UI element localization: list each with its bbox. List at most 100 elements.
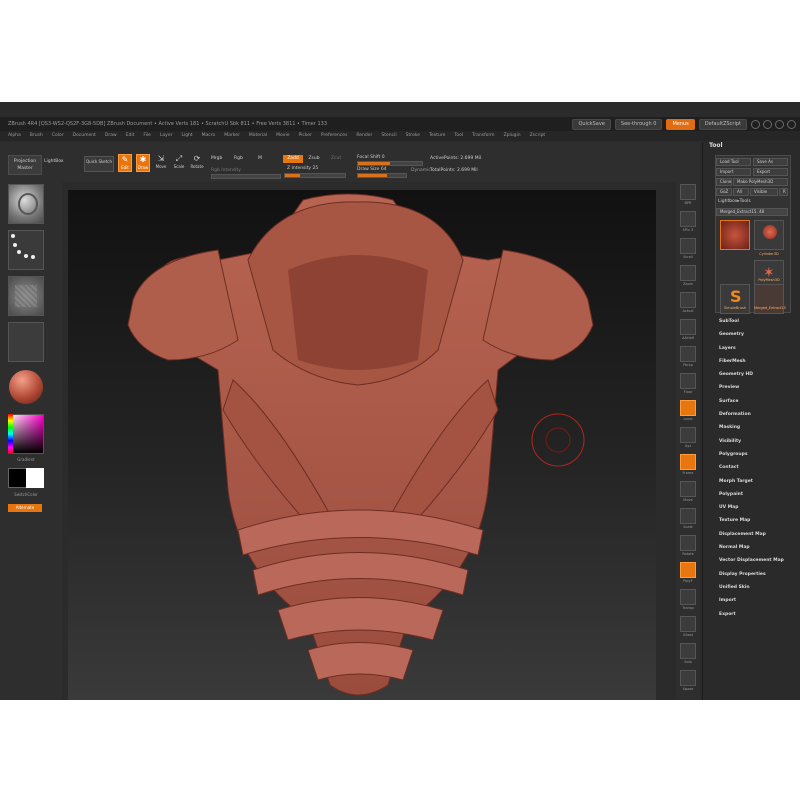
menu-color[interactable]: Color <box>52 131 64 141</box>
tool-section-polygroups[interactable]: Polygroups <box>719 448 784 461</box>
menu-picker[interactable]: Picker <box>298 131 311 141</box>
scale-button[interactable]: ⤢ Scale <box>172 154 186 172</box>
mrgb-button[interactable]: Mrgb <box>211 156 222 161</box>
tool-section-polypaint[interactable]: Polypaint <box>719 488 784 501</box>
tool-section-morph-target[interactable]: Morph Target <box>719 475 784 488</box>
tool-section-deformation[interactable]: Deformation <box>719 408 784 421</box>
lightbox-button[interactable]: LightBox <box>44 159 64 164</box>
draw-button[interactable]: ✱ Draw <box>136 154 150 172</box>
menu-render[interactable]: Render <box>356 131 372 141</box>
minimize-icon[interactable] <box>763 119 772 129</box>
rgb-button[interactable]: Rgb <box>234 156 243 161</box>
right-shelf-solo-button[interactable] <box>680 643 696 659</box>
close-icon[interactable] <box>787 119 796 129</box>
import-button[interactable]: Import <box>716 168 751 176</box>
tool-section-unified-skin[interactable]: Unified Skin <box>719 581 784 594</box>
dynamic-button[interactable]: Dynamic <box>411 168 431 173</box>
edit-button[interactable]: ✎ Edit <box>118 154 132 172</box>
right-shelf-floor-button[interactable] <box>680 373 696 389</box>
zadd-button[interactable]: Zadd <box>283 155 303 163</box>
right-shelf-xyz-button[interactable] <box>680 427 696 443</box>
right-shelf-bpr-button[interactable] <box>680 184 696 200</box>
tool-section-fibermesh[interactable]: FiberMesh <box>719 355 784 368</box>
draw-size-slider[interactable] <box>357 173 407 178</box>
r-button[interactable]: R <box>779 188 788 196</box>
menu-macro[interactable]: Macro <box>202 131 216 141</box>
menu-document[interactable]: Document <box>73 131 96 141</box>
tool-section-layers[interactable]: Layers <box>719 342 784 355</box>
menu-stencil[interactable]: Stencil <box>381 131 396 141</box>
menu-movie[interactable]: Movie <box>276 131 289 141</box>
menus-button[interactable]: Menus <box>666 118 695 130</box>
tool-section-vector-displacement-map[interactable]: Vector Displacement Map <box>719 554 784 567</box>
primary-color-swatch[interactable] <box>8 468 28 488</box>
menu-tool[interactable]: Tool <box>454 131 463 141</box>
make-polymesh-button[interactable]: Make PolyMesh3D <box>733 178 788 186</box>
clone-button[interactable]: Clone <box>716 178 732 186</box>
tool-section-subtool[interactable]: SubTool <box>719 315 784 328</box>
tool-section-geometry[interactable]: Geometry <box>719 328 784 341</box>
menu-light[interactable]: Light <box>181 131 192 141</box>
tool-section-display-properties[interactable]: Display Properties <box>719 568 784 581</box>
tool-section-displacement-map[interactable]: Displacement Map <box>719 528 784 541</box>
tool-section-masking[interactable]: Masking <box>719 421 784 434</box>
right-shelf-zoom-button[interactable] <box>680 265 696 281</box>
menu-material[interactable]: Material <box>249 131 267 141</box>
menu-stroke[interactable]: Stroke <box>406 131 420 141</box>
focal-shift-slider[interactable] <box>357 161 423 166</box>
all-button[interactable]: All <box>733 188 749 196</box>
secondary-color-swatch[interactable] <box>26 468 44 488</box>
quick-sketch-button[interactable]: Quick Sketch <box>84 156 114 172</box>
m-button[interactable]: M <box>258 156 262 161</box>
material-selector[interactable] <box>8 368 44 408</box>
right-shelf-persp-button[interactable] <box>680 346 696 362</box>
alpha-selector[interactable] <box>8 276 44 316</box>
right-shelf-ghost-button[interactable] <box>680 616 696 632</box>
tool-section-export[interactable]: Export <box>719 608 784 621</box>
save-as-button[interactable]: Save As <box>753 158 788 166</box>
menu-layer[interactable]: Layer <box>160 131 173 141</box>
alternate-button[interactable]: Alternate <box>8 504 42 512</box>
rotate-button[interactable]: ⟳ Rotate <box>190 154 204 172</box>
zsub-button[interactable]: Zsub <box>305 155 323 163</box>
tool-thumb-cylinder[interactable] <box>754 220 784 250</box>
right-shelf-aahalf-button[interactable] <box>680 319 696 335</box>
tool-section-surface[interactable]: Surface <box>719 395 784 408</box>
right-shelf-transp-button[interactable] <box>680 589 696 605</box>
tool-section-import[interactable]: Import <box>719 594 784 607</box>
menu-zscript[interactable]: Zscript <box>530 131 546 141</box>
right-shelf-scale-button[interactable] <box>680 508 696 524</box>
right-shelf-local-button[interactable] <box>680 400 696 416</box>
move-button[interactable]: ⇲ Move <box>154 154 168 172</box>
switch-color-swatches[interactable] <box>8 468 44 488</box>
menu-marker[interactable]: Marker <box>224 131 240 141</box>
help-icon[interactable] <box>751 119 760 129</box>
tool-thumb-merged-extract[interactable] <box>720 220 750 250</box>
z-intensity-slider[interactable] <box>284 173 346 178</box>
maximize-icon[interactable] <box>775 119 784 129</box>
document-canvas[interactable] <box>68 190 656 700</box>
quicksave-button[interactable]: QuickSave <box>572 118 611 130</box>
rgb-intensity-slider[interactable] <box>211 174 281 179</box>
right-shelf-actual-button[interactable] <box>680 292 696 308</box>
right-shelf-frame-button[interactable] <box>680 454 696 470</box>
tool-section-visibility[interactable]: Visibility <box>719 435 784 448</box>
tool-section-texture-map[interactable]: Texture Map <box>719 514 784 527</box>
tool-section-normal-map[interactable]: Normal Map <box>719 541 784 554</box>
menu-draw[interactable]: Draw <box>105 131 117 141</box>
menu-alpha[interactable]: Alpha <box>8 131 21 141</box>
zcut-button[interactable]: Zcut <box>327 155 345 163</box>
right-shelf-polyf-button[interactable] <box>680 562 696 578</box>
goz-button[interactable]: GoZ <box>716 188 732 196</box>
texture-selector[interactable] <box>8 322 44 362</box>
export-button[interactable]: Export <box>753 168 788 176</box>
tool-section-geometry-hd[interactable]: Geometry HD <box>719 368 784 381</box>
tool-section-preview[interactable]: Preview <box>719 381 784 394</box>
brush-selector[interactable] <box>8 184 44 224</box>
projection-master-button[interactable]: Projection Master <box>8 155 42 175</box>
see-through-slider[interactable]: See-through 0 <box>614 118 663 130</box>
right-shelf-move-button[interactable] <box>680 481 696 497</box>
menu-brush[interactable]: Brush <box>30 131 43 141</box>
menu-zplugin[interactable]: Zplugin <box>504 131 521 141</box>
load-tool-button[interactable]: Load Tool <box>716 158 751 166</box>
